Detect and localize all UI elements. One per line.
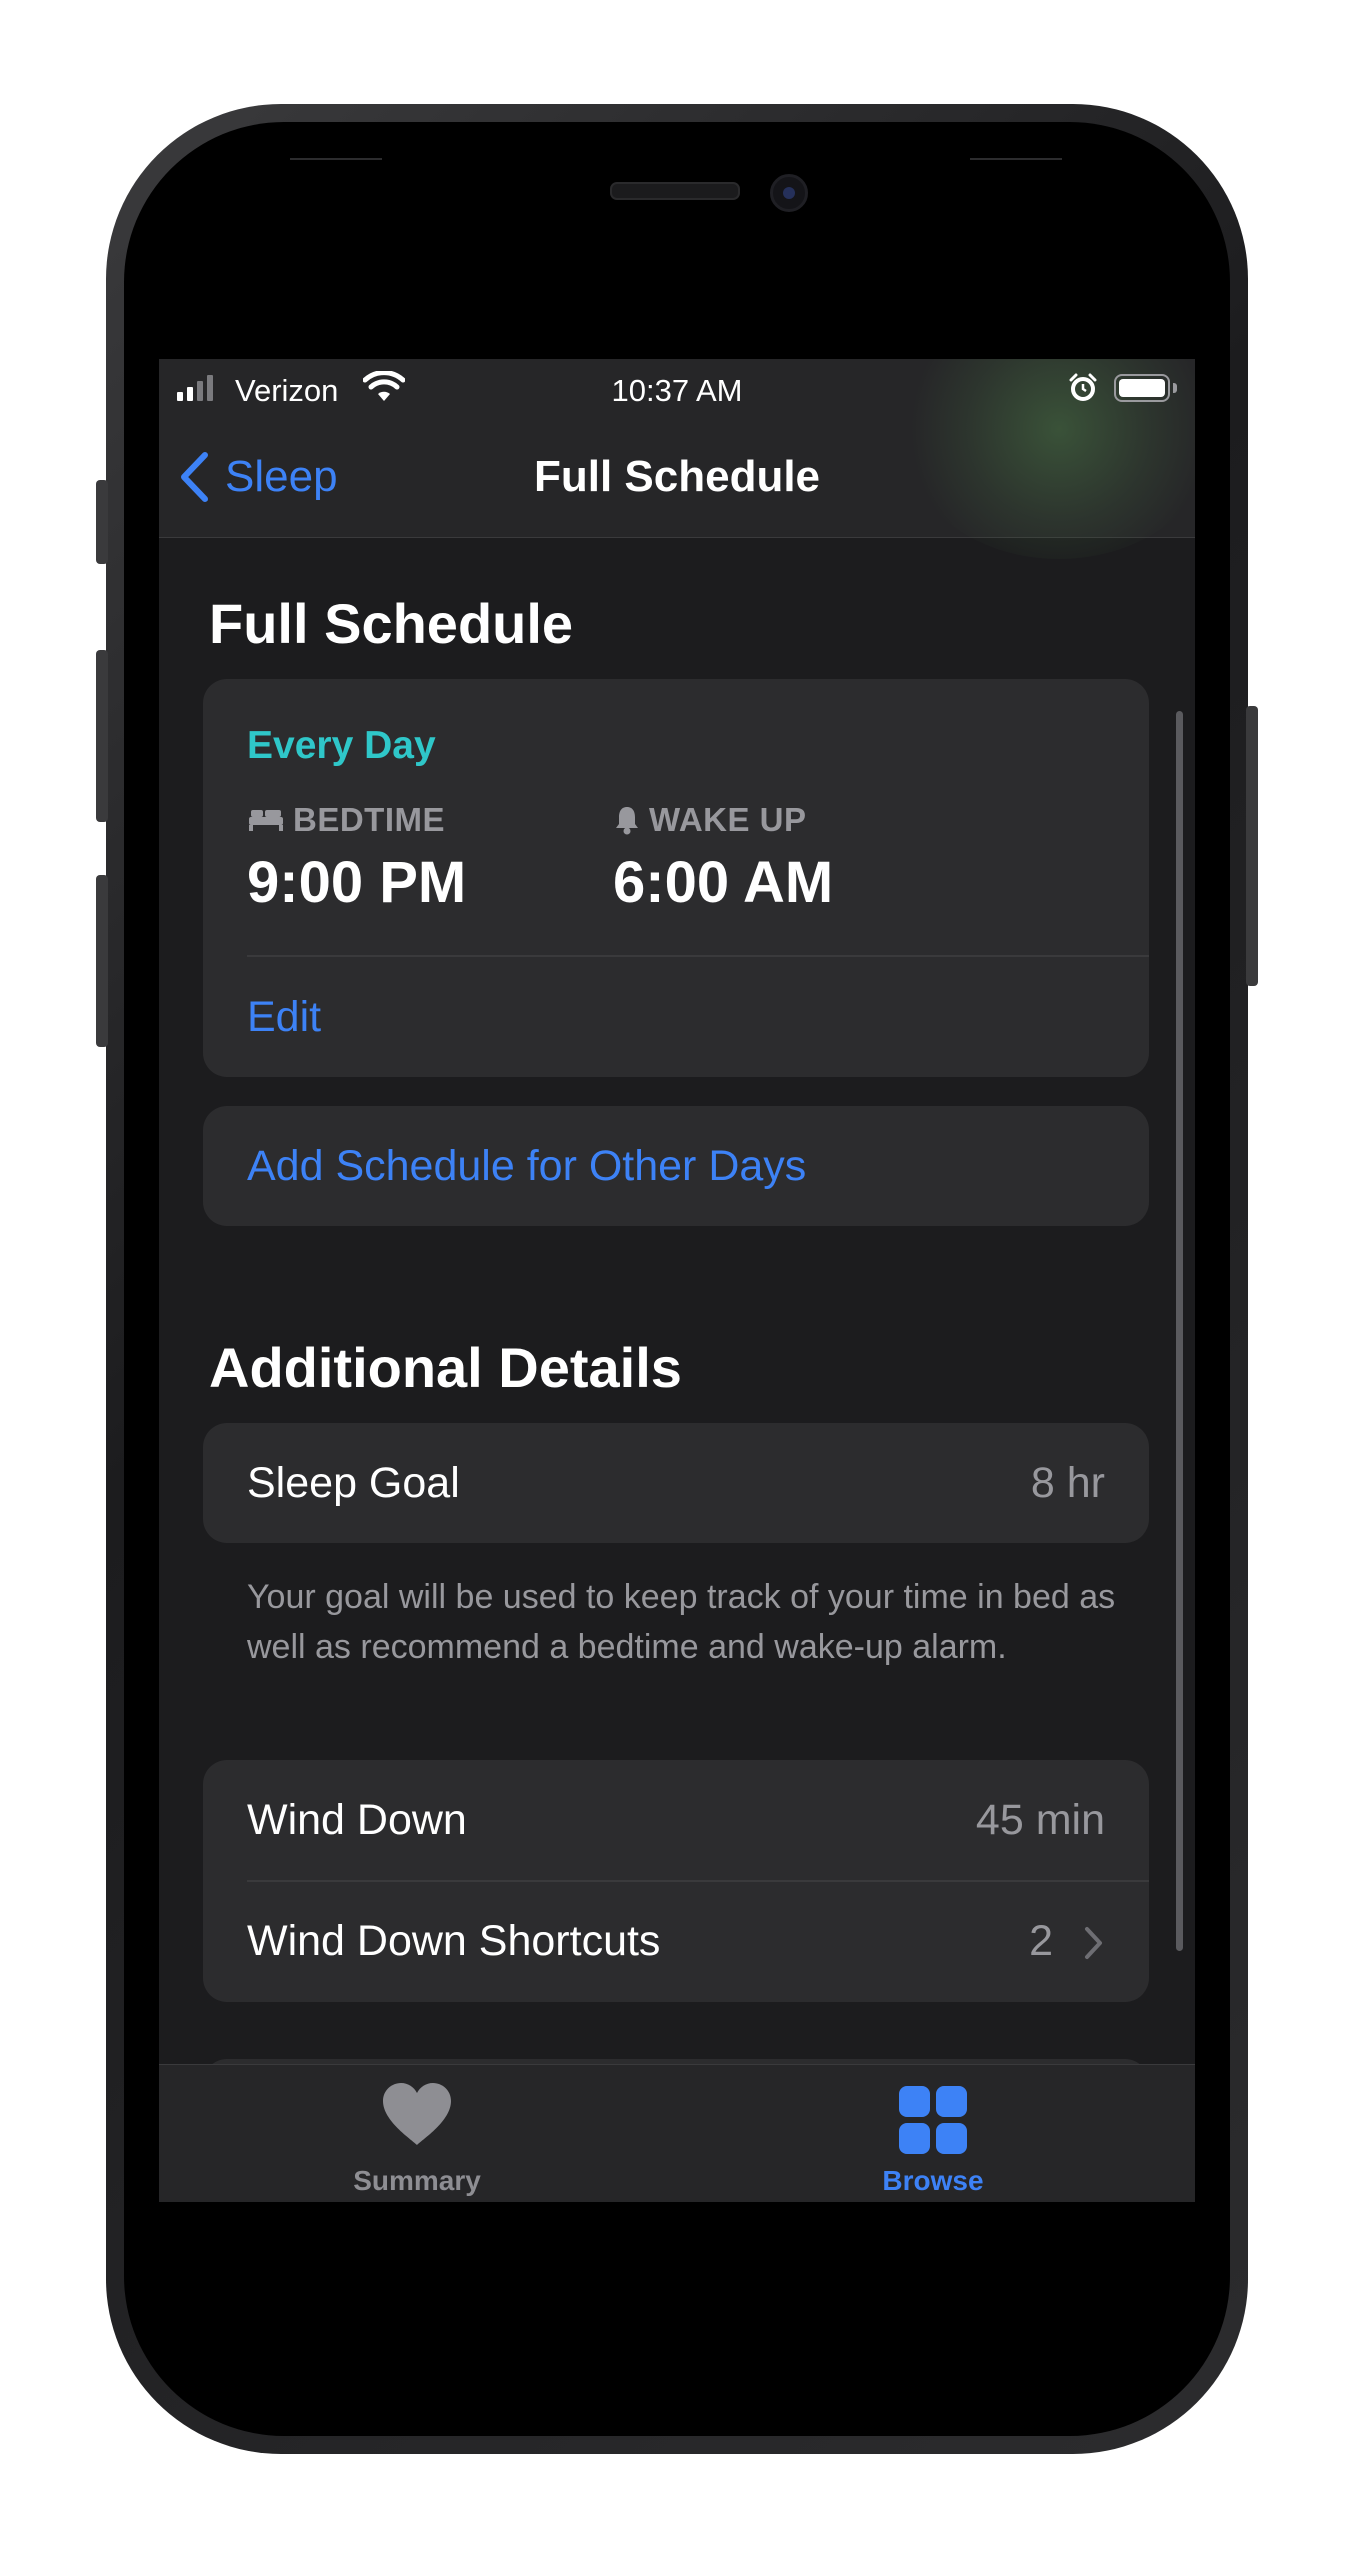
front-camera	[770, 174, 808, 212]
sleep-goal-label: Sleep Goal	[247, 1459, 460, 1507]
wake-up-value: 6:00 AM	[613, 850, 834, 915]
wind-down-card: Wind Down 45 min Wind Down Shortcuts 2	[203, 1760, 1149, 2002]
screen: Verizon 10:37 AM Sleep Full Schedule Ful…	[159, 359, 1195, 2202]
antenna-line	[290, 158, 382, 160]
wake-up-label-text: WAKE UP	[649, 801, 807, 838]
battery-cap	[1173, 383, 1177, 393]
schedule-days-label: Every Day	[247, 724, 436, 767]
edit-button[interactable]: Edit	[247, 993, 321, 1042]
tab-summary[interactable]: Summary	[267, 2065, 567, 2202]
bedtime-label-text: BEDTIME	[293, 801, 445, 838]
wind-down-value: 45 min	[975, 1796, 1105, 1844]
alarm-clock-icon	[1069, 373, 1097, 401]
chevron-right-icon	[1085, 1927, 1102, 1959]
sleep-goal-row[interactable]: Sleep Goal 8 hr	[203, 1423, 1149, 1543]
add-schedule-card[interactable]: Add Schedule for Other Days	[203, 1106, 1149, 1226]
volume-down-button	[96, 875, 108, 1047]
sleep-goal-value: 8 hr	[1030, 1459, 1105, 1507]
tab-summary-label: Summary	[353, 2165, 481, 2196]
power-button	[1246, 706, 1258, 986]
section-title-additional-details: Additional Details	[209, 1336, 682, 1399]
grid-icon	[899, 2086, 967, 2154]
heart-icon	[383, 2083, 451, 2145]
tab-browse-label: Browse	[882, 2165, 984, 2196]
status-time: 10:37 AM	[611, 373, 743, 408]
earpiece-speaker	[610, 182, 740, 200]
bell-icon	[616, 807, 638, 835]
navigation-header: Verizon 10:37 AM Sleep Full Schedule	[159, 359, 1195, 559]
tab-bar: Summary Browse	[159, 2064, 1195, 2202]
add-schedule-button[interactable]: Add Schedule for Other Days	[247, 1142, 806, 1191]
silent-switch	[96, 480, 108, 564]
volume-up-button	[96, 650, 108, 822]
battery-icon	[1114, 374, 1170, 402]
tab-browse[interactable]: Browse	[783, 2065, 1083, 2202]
scrollbar[interactable]	[1176, 711, 1183, 1951]
wind-down-row[interactable]: Wind Down 45 min	[203, 1760, 1149, 1881]
nav-title: Full Schedule	[533, 452, 821, 501]
bedtime-value: 9:00 PM	[247, 850, 467, 915]
wind-down-shortcuts-row[interactable]: Wind Down Shortcuts 2	[203, 1881, 1149, 2002]
schedule-card[interactable]: Every Day BEDTIME 9:00 PM WAKE UP 6:00 A…	[203, 679, 1149, 1077]
wind-down-shortcuts-label: Wind Down Shortcuts	[247, 1917, 661, 1965]
wind-down-shortcuts-value: 2	[1029, 1917, 1053, 1965]
card-divider	[247, 955, 1149, 957]
wind-down-label: Wind Down	[247, 1796, 467, 1844]
sleep-goal-footnote: Your goal will be used to keep track of …	[247, 1578, 1116, 1666]
section-title-full-schedule: Full Schedule	[209, 592, 574, 655]
antenna-line	[970, 158, 1062, 160]
bedtime-label: BEDTIME	[247, 801, 445, 839]
wake-up-label: WAKE UP	[613, 801, 807, 839]
bed-icon	[249, 810, 283, 831]
